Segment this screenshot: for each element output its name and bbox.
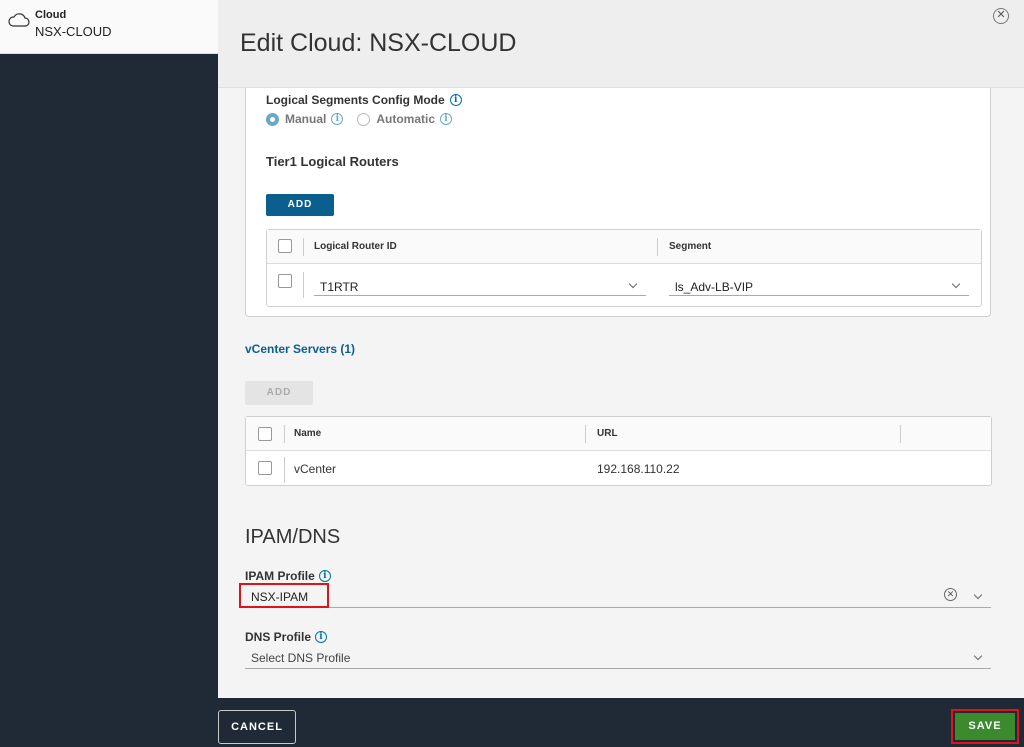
vcenter-url-cell: 192.168.110.22 bbox=[597, 462, 680, 476]
vcenter-servers-title[interactable]: vCenter Servers (1) bbox=[245, 342, 355, 356]
info-icon[interactable]: i bbox=[318, 570, 331, 582]
chevron-down-icon bbox=[973, 651, 983, 661]
automatic-radio[interactable] bbox=[357, 112, 371, 126]
column-header-url[interactable]: URL bbox=[597, 428, 618, 439]
save-highlight-box: SAVE bbox=[951, 709, 1019, 744]
ipam-profile-label: IPAM Profile bbox=[245, 569, 315, 583]
select-all-checkbox[interactable] bbox=[258, 427, 272, 441]
column-divider bbox=[284, 457, 285, 483]
cloud-icon bbox=[8, 13, 30, 27]
column-divider bbox=[657, 238, 658, 256]
ipam-profile-select[interactable]: NSX-IPAM ✕ bbox=[245, 586, 991, 608]
ipam-highlight-box bbox=[239, 583, 329, 608]
manual-radio[interactable] bbox=[266, 112, 279, 126]
column-header-name[interactable]: Name bbox=[294, 428, 321, 439]
row-checkbox[interactable] bbox=[258, 461, 272, 475]
modal-body: Logical Segments Config Mode i Manual i … bbox=[218, 88, 1024, 698]
tier1-table: Logical Router ID Segment T1RTR ls_Adv-L… bbox=[266, 229, 982, 307]
left-rail bbox=[0, 54, 218, 698]
cancel-button[interactable]: CANCEL bbox=[218, 710, 296, 744]
router-select[interactable]: T1RTR bbox=[314, 276, 646, 296]
vcenter-table: Name URL vCenter 192.168.110.22 bbox=[245, 416, 992, 486]
dns-profile-select[interactable]: Select DNS Profile bbox=[245, 647, 991, 669]
row-checkbox[interactable] bbox=[278, 274, 292, 288]
column-divider bbox=[303, 272, 304, 298]
column-header-segment[interactable]: Segment bbox=[669, 241, 711, 252]
info-icon[interactable]: i bbox=[440, 113, 453, 125]
ipam-profile-label-row: IPAM Profile i bbox=[245, 569, 331, 583]
dns-profile-label-row: DNS Profile i bbox=[245, 630, 328, 644]
column-divider bbox=[900, 425, 901, 443]
automatic-radio-label[interactable]: Automatic bbox=[376, 112, 435, 126]
info-icon[interactable]: i bbox=[315, 631, 328, 643]
chevron-down-icon bbox=[951, 279, 961, 289]
modal-header: Edit Cloud: NSX-CLOUD bbox=[218, 0, 1024, 88]
vcenter-name-cell: vCenter bbox=[294, 462, 337, 476]
tier1-title: Tier1 Logical Routers bbox=[266, 154, 399, 169]
nsx-settings-card: Logical Segments Config Mode i Manual i … bbox=[245, 88, 991, 317]
manual-radio-label[interactable]: Manual bbox=[285, 112, 326, 126]
save-button[interactable]: SAVE bbox=[955, 713, 1015, 740]
modal-footer: CANCEL SAVE bbox=[0, 698, 1024, 747]
chevron-down-icon bbox=[628, 279, 638, 289]
logical-segments-label: Logical Segments Config Mode bbox=[266, 93, 445, 107]
info-icon[interactable]: i bbox=[331, 113, 344, 125]
table-header: Logical Router ID Segment bbox=[267, 230, 981, 264]
column-header-router-id[interactable]: Logical Router ID bbox=[314, 241, 397, 252]
column-divider bbox=[284, 425, 285, 443]
object-header: Cloud NSX-CLOUD bbox=[0, 0, 218, 54]
object-kind: Cloud bbox=[35, 9, 67, 21]
router-select-value: T1RTR bbox=[320, 280, 359, 294]
ipam-dns-heading: IPAM/DNS bbox=[245, 526, 341, 548]
config-mode-radio-group: Manual i Automatic i bbox=[266, 112, 453, 126]
segment-select-value: ls_Adv-LB-VIP bbox=[675, 280, 754, 294]
column-divider bbox=[585, 425, 586, 443]
clear-icon[interactable]: ✕ bbox=[944, 588, 957, 601]
object-name: NSX-CLOUD bbox=[35, 24, 112, 39]
info-icon[interactable]: i bbox=[449, 94, 462, 106]
segment-select[interactable]: ls_Adv-LB-VIP bbox=[669, 276, 969, 296]
dns-profile-label: DNS Profile bbox=[245, 630, 312, 644]
add-vcenter-button[interactable]: ADD bbox=[245, 381, 313, 405]
close-icon[interactable]: ✕ bbox=[993, 8, 1009, 24]
select-all-checkbox[interactable] bbox=[278, 239, 292, 253]
table-header: Name URL bbox=[246, 417, 991, 451]
dns-profile-placeholder: Select DNS Profile bbox=[251, 651, 351, 665]
column-divider bbox=[303, 238, 304, 256]
add-tier1-button[interactable]: ADD bbox=[266, 194, 334, 216]
chevron-down-icon bbox=[973, 590, 983, 600]
modal-title: Edit Cloud: NSX-CLOUD bbox=[240, 29, 517, 57]
